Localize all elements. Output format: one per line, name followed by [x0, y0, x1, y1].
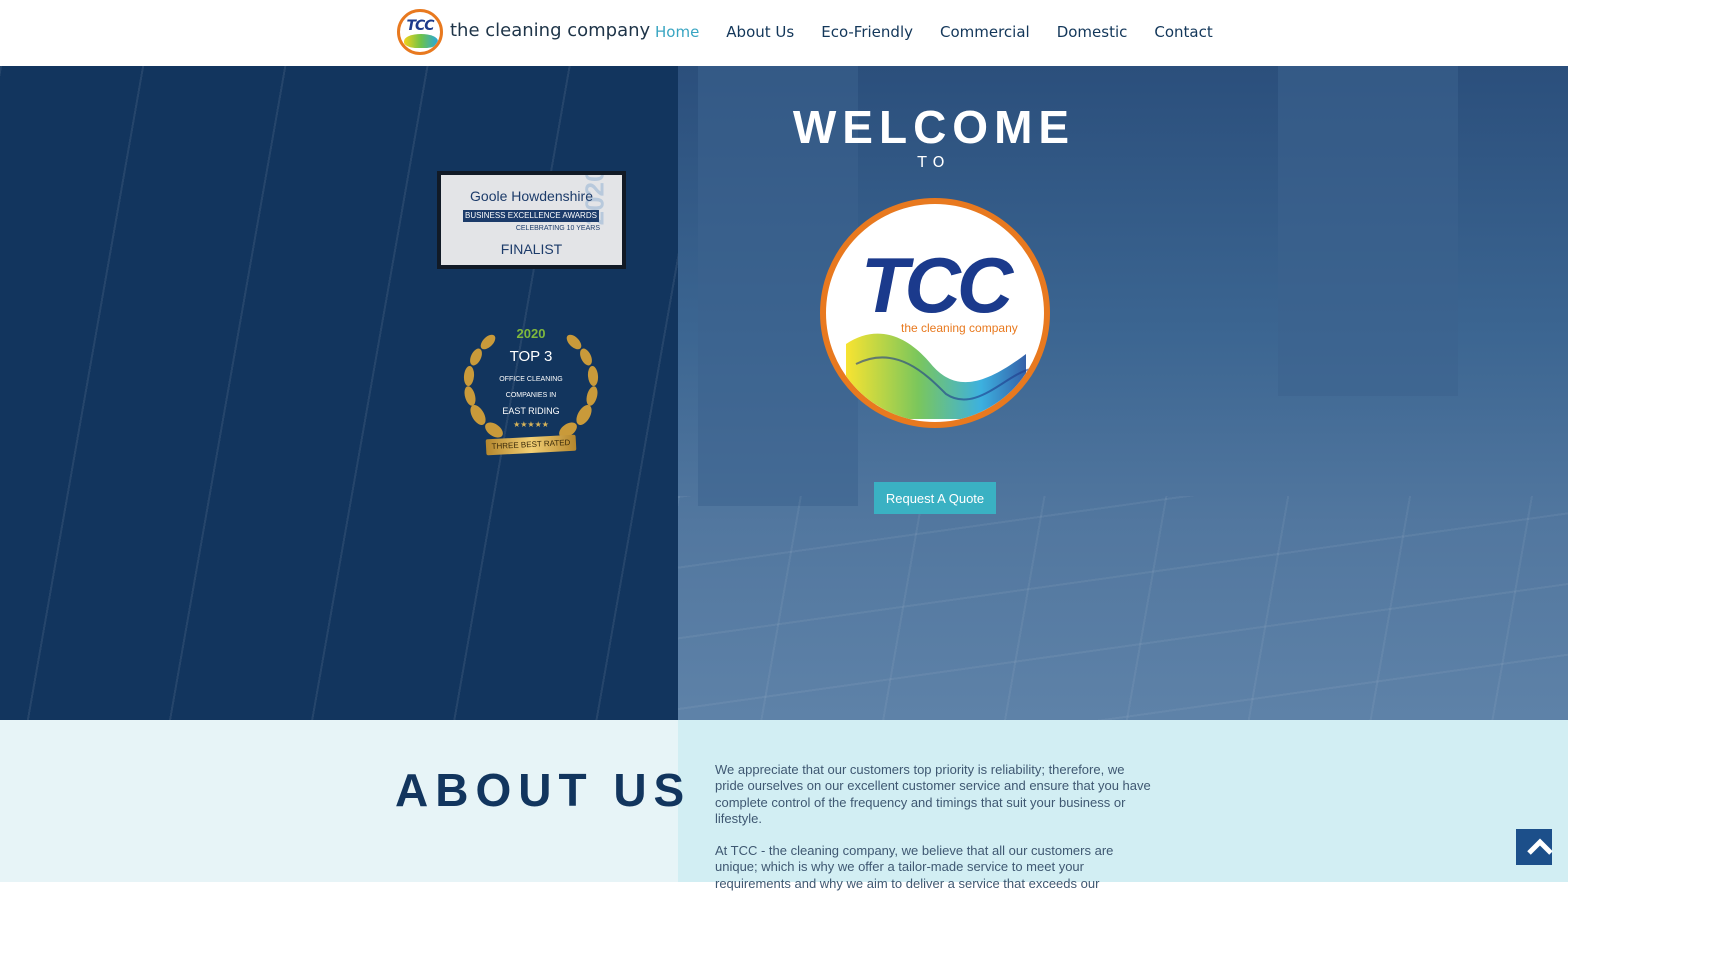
top3-award-badge: 2020 TOP 3 OFFICE CLEANING COMPANIES IN … — [456, 320, 606, 470]
award-celebrating: CELEBRATING 10 YEARS — [515, 225, 600, 232]
bg-floor-tiles — [678, 496, 1568, 720]
main-nav: Home About Us Eco-Friendly Commercial Do… — [655, 23, 1240, 41]
nav-contact[interactable]: Contact — [1154, 23, 1212, 41]
goole-award-plate: 2020 Goole Howdenshire BUSINESS EXCELLEN… — [441, 175, 622, 265]
goole-award-badge: 2020 Goole Howdenshire BUSINESS EXCELLEN… — [437, 171, 626, 269]
top3-line-2: COMPANIES IN — [505, 392, 557, 399]
award-bar-text: BUSINESS EXCELLENCE AWARDS — [463, 210, 599, 222]
request-quote-button[interactable]: Request A Quote — [874, 482, 996, 514]
hero-welcome-heading: WELCOME — [792, 101, 1076, 153]
nav-about-us[interactable]: About Us — [726, 23, 794, 41]
nav-domestic[interactable]: Domestic — [1057, 23, 1128, 41]
nav-home[interactable]: Home — [655, 23, 699, 41]
nav-eco-friendly[interactable]: Eco-Friendly — [821, 23, 913, 41]
badge-subtitle: the cleaning company — [901, 321, 1018, 335]
bg-door-shape — [1278, 66, 1458, 396]
about-paragraph-1: We appreciate that our customers top pri… — [715, 762, 1151, 826]
top3-title: TOP 3 — [509, 348, 553, 365]
site-logo[interactable]: TCC — [397, 9, 443, 55]
top3-line-3: EAST RIDING — [502, 406, 560, 416]
back-to-top-button[interactable] — [1516, 829, 1553, 865]
badge-wave-icon — [846, 333, 1032, 419]
top3-year: 2020 — [516, 326, 546, 341]
award-status: FINALIST — [500, 241, 563, 257]
about-paragraph-2: At TCC - the cleaning company, we believ… — [715, 843, 1114, 891]
logo-wave-icon — [404, 34, 438, 48]
chevron-up-icon — [1527, 838, 1553, 855]
top3-line-1: OFFICE CLEANING — [499, 376, 563, 383]
top3-stars: ★★★★★ — [513, 420, 549, 429]
hero-to-text: TO — [917, 153, 951, 171]
about-heading: ABOUT US — [395, 764, 692, 816]
tcc-badge-logo: TCC the cleaning company — [820, 198, 1050, 428]
brand-name[interactable]: the cleaning company — [450, 20, 650, 41]
logo-text: TCC — [406, 18, 434, 34]
site-header: TCC the cleaning company Home About Us E… — [0, 0, 1568, 66]
award-title: Goole Howdenshire — [470, 188, 593, 204]
badge-tcc-text: TCC — [860, 241, 1013, 329]
nav-commercial[interactable]: Commercial — [940, 23, 1030, 41]
